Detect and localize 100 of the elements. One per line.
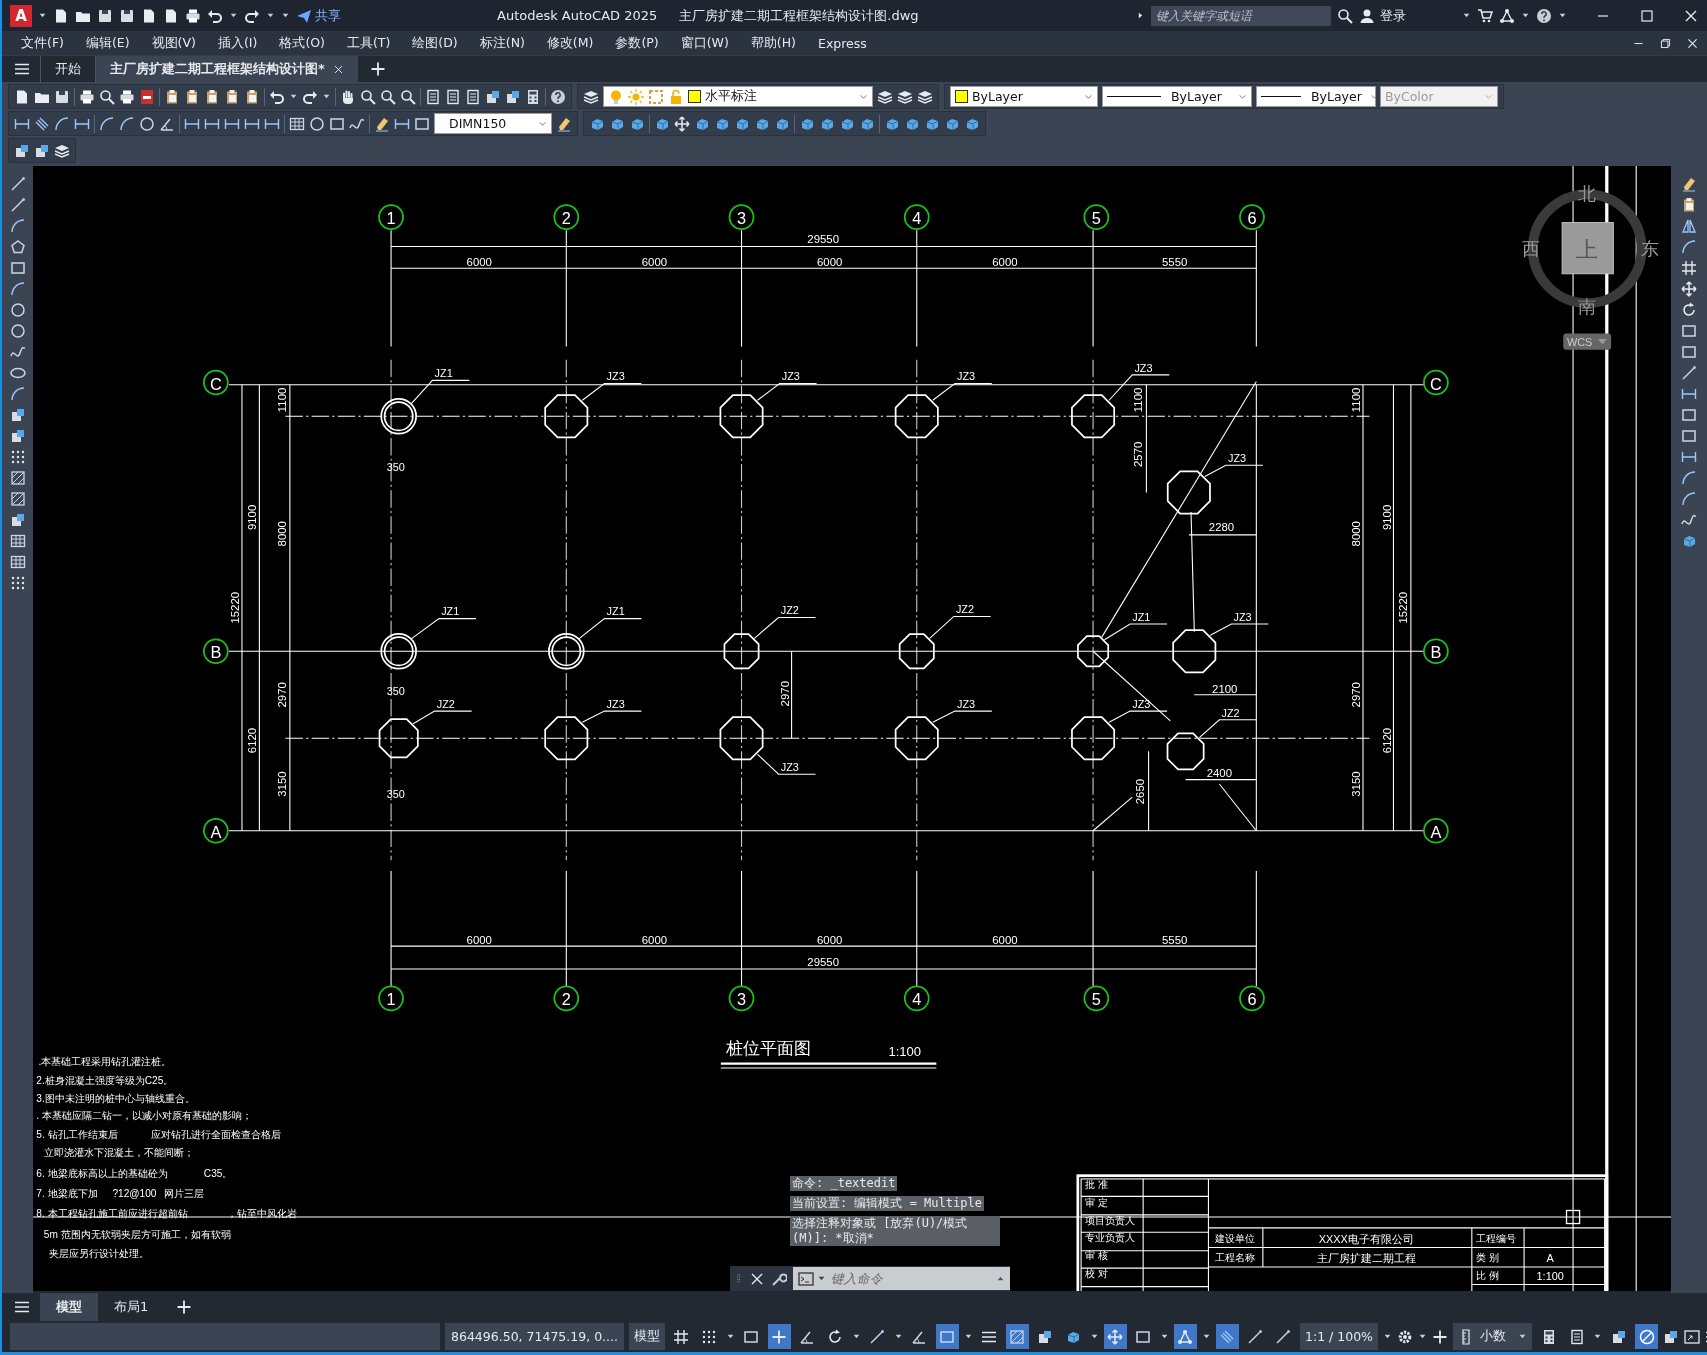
dimension-text: 6000 xyxy=(641,933,668,946)
dimension-text: 15220 xyxy=(229,591,242,624)
offset-text: 350 xyxy=(386,684,405,697)
sign-in-button[interactable]: 登录 xyxy=(1359,6,1406,25)
note-text: 立即浇灌水下混凝土，不能间断； xyxy=(43,1147,194,1159)
search-field[interactable]: 键入关键字或短语 xyxy=(1151,5,1331,26)
pile-label: JZ3 xyxy=(1233,610,1252,623)
dimension-text: 3150 xyxy=(1350,771,1363,797)
title-block-label: 比 例 xyxy=(1476,1270,1499,1282)
compass-label[interactable]: 北 xyxy=(1578,182,1597,204)
menu-item[interactable]: 修改(M) xyxy=(535,34,605,52)
dimension-text: 6120 xyxy=(245,727,258,754)
title-block-label: 校 对 xyxy=(1085,1267,1109,1279)
note-text: 5m 范围内无软弱夹层方可施工，如有软弱 xyxy=(43,1228,231,1240)
dimension-text: 1100 xyxy=(1350,387,1363,413)
axis-bubble: 1 xyxy=(378,985,404,1012)
note-text: . 本基础应隔二钻一，以减小对原有基础的影响； xyxy=(36,1110,252,1122)
model-space-button[interactable]: 模型 xyxy=(629,1323,665,1350)
compass-label[interactable]: 西 xyxy=(1521,238,1540,260)
dimension-text: 8000 xyxy=(276,521,289,547)
compass-label[interactable]: 东 xyxy=(1641,238,1660,260)
app-logo-button[interactable]: A xyxy=(10,4,32,27)
menu-item[interactable]: 插入(I) xyxy=(206,34,269,52)
menu-item[interactable]: Express xyxy=(807,35,878,51)
dimension-text: 2650 xyxy=(1133,778,1146,805)
dimension-text: 5550 xyxy=(1162,255,1188,268)
title-block-label: 工程编号 xyxy=(1476,1233,1517,1245)
menu-item[interactable]: 参数(P) xyxy=(604,34,670,52)
dimension-text: 6000 xyxy=(992,255,1018,268)
title-block-value: XXXX电子有限公司 xyxy=(1318,1233,1414,1246)
pile-label: JZ1 xyxy=(441,605,460,618)
annotation-scale-button[interactable]: 1:1 / 100% xyxy=(1300,1323,1378,1350)
offset-text: 350 xyxy=(386,788,405,801)
layout-tab[interactable]: 模型 xyxy=(40,1293,98,1321)
note-text: .本基础工程采用钻孔灌注桩。 xyxy=(38,1055,172,1067)
share-button[interactable]: 共享 xyxy=(296,6,341,25)
layout-tab[interactable]: 布局1 xyxy=(98,1293,165,1321)
coordinates-readout[interactable]: 864496.50, 71475.19, 0.... xyxy=(445,1323,624,1350)
axis-bubble: 2 xyxy=(553,985,580,1012)
window-title: Autodesk AutoCAD 2025 xyxy=(497,8,658,23)
axis-bubble: 6 xyxy=(1239,204,1265,230)
menu-item[interactable]: 窗口(W) xyxy=(669,34,740,52)
menu-item[interactable]: 绘图(D) xyxy=(401,34,469,52)
menu-item[interactable]: 文件(F) xyxy=(10,34,75,52)
color-dropdown[interactable]: ByLayer xyxy=(950,86,1098,107)
dimension-style-dropdown[interactable]: DIMN150 xyxy=(434,113,552,134)
file-tab[interactable]: 主厂房扩建二期工程框架结构设计图* xyxy=(95,56,358,82)
command-input-field[interactable]: 键入命令 xyxy=(793,1267,1010,1290)
dimension-text: 2570 xyxy=(1131,441,1144,467)
dimension-text: 2100 xyxy=(1212,683,1238,696)
offset-text: 350 xyxy=(386,460,405,473)
axis-bubble: 2 xyxy=(553,204,580,230)
axis-bubble: A xyxy=(203,817,229,844)
pile-label: JZ3 xyxy=(1132,697,1151,710)
units-dropdown[interactable]: 小数 xyxy=(1453,1323,1532,1350)
axis-bubble: C xyxy=(1423,369,1449,396)
axis-bubble: B xyxy=(203,638,229,665)
title-block-label: 项目负责人 xyxy=(1085,1214,1136,1226)
dimension-text: 6000 xyxy=(466,255,492,268)
menu-item[interactable]: 格式(O) xyxy=(268,34,336,52)
note-text: C35。 xyxy=(203,1167,233,1179)
title-block-label: 批 准 xyxy=(1085,1178,1109,1190)
note-text: 2.桩身混凝土强度等级为C25。 xyxy=(36,1075,174,1087)
axis-bubble: 4 xyxy=(903,204,930,230)
dimension-text: 6120 xyxy=(1380,727,1393,754)
menu-item[interactable]: 工具(T) xyxy=(335,34,402,52)
title-block-value: 主厂房扩建二期工程 xyxy=(1316,1251,1416,1264)
dimension-text: 6000 xyxy=(817,933,843,946)
dimension-text: 5550 xyxy=(1162,933,1188,946)
title-block-label: 专业负责人 xyxy=(1085,1231,1136,1243)
menu-item[interactable]: 标注(N) xyxy=(468,34,536,52)
axis-bubble: 1 xyxy=(378,204,404,230)
title-block-value: A xyxy=(1546,1251,1554,1264)
pile-label: JZ1 xyxy=(1132,610,1151,623)
note-text: ，钻至中风化岩 xyxy=(226,1208,297,1219)
pile-label: JZ2 xyxy=(1221,706,1240,719)
layer-dropdown[interactable]: 水平标注 xyxy=(603,86,873,107)
note-text: 5. 钻孔工作结束后 xyxy=(36,1128,118,1140)
menu-item[interactable]: 视图(V) xyxy=(140,34,207,52)
pile-label: JZ3 xyxy=(606,697,625,710)
menu-item[interactable]: 编辑(E) xyxy=(74,34,141,52)
dimension-text: 2280 xyxy=(1208,521,1235,534)
note-text: 夹层应另行设计处理。 xyxy=(49,1248,150,1260)
axis-bubble: B xyxy=(1423,638,1449,665)
pile-label: JZ1 xyxy=(434,367,453,380)
linetype-dropdown[interactable]: ByLayer xyxy=(1102,86,1252,107)
dimension-text: 6000 xyxy=(641,255,668,268)
lineweight-dropdown[interactable]: ByLayer xyxy=(1256,86,1376,107)
title-block-label: 工程名称 xyxy=(1214,1251,1255,1263)
dimension-text: 9100 xyxy=(1380,504,1393,531)
pile-label: JZ2 xyxy=(436,697,455,710)
menu-item[interactable]: 帮助(H) xyxy=(739,34,807,52)
drawing-scale: 1:100 xyxy=(888,1044,922,1059)
note-text: 7. 地梁底下加 xyxy=(36,1188,98,1200)
axis-bubble: 6 xyxy=(1239,985,1265,1012)
note-text: 6. 地梁底标高以上的基础砼为 xyxy=(36,1167,168,1179)
compass-label[interactable]: 南 xyxy=(1578,295,1597,317)
axis-bubble: 5 xyxy=(1083,985,1110,1012)
note-text: 8. 本工程钻孔施工前应进行超前钻 xyxy=(36,1208,188,1219)
axis-bubble: C xyxy=(203,369,229,396)
